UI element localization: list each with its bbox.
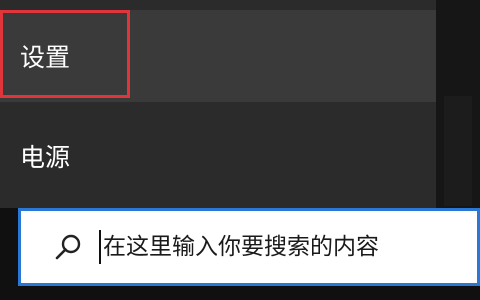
taskbar-bottom-edge xyxy=(0,286,480,300)
start-menu-tiles-edge xyxy=(436,0,480,210)
search-icon-glyph xyxy=(55,234,81,260)
search-input[interactable] xyxy=(103,234,463,260)
settings-label: 设置 xyxy=(20,43,71,72)
start-menu-panel: 设置 电源 xyxy=(0,0,436,210)
start-menu-item-settings[interactable]: 设置 xyxy=(0,10,436,102)
text-caret xyxy=(99,230,101,264)
taskbar-start-area xyxy=(0,208,18,286)
start-menu-item-power[interactable]: 电源 xyxy=(0,106,436,206)
power-label: 电源 xyxy=(20,143,71,172)
taskbar-search-box[interactable] xyxy=(18,208,480,286)
search-icon[interactable] xyxy=(51,230,85,264)
tile-edge-block xyxy=(444,96,472,206)
windows-start-screen: 设置 电源 xyxy=(0,0,480,300)
